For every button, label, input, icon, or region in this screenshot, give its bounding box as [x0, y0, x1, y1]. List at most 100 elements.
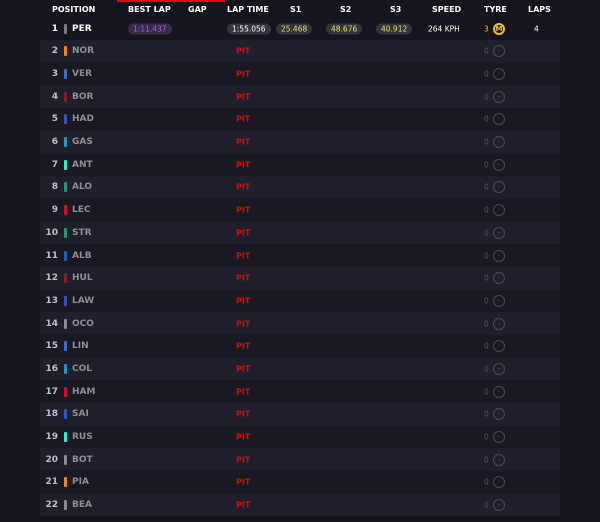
driver-code: LAW	[72, 295, 95, 306]
unknown-tyre-icon: -	[493, 499, 505, 512]
position-number: 1	[51, 24, 58, 34]
pit-status: PIT	[236, 455, 251, 465]
table-row[interactable]: 4 BOR PIT 0-	[40, 85, 560, 109]
pit-status: PIT	[236, 160, 251, 170]
table-row[interactable]: 2 NOR PIT 0-	[40, 40, 560, 63]
leader-row[interactable]: 1 PER 1:11.437 1:55.056 25.468 48.676 40…	[40, 18, 560, 40]
position-number: 12	[45, 273, 58, 284]
position-number: 17	[45, 386, 58, 397]
unknown-tyre-icon: -	[493, 408, 505, 421]
driver-code: LIN	[72, 341, 89, 352]
sector-3-time: 40.912	[376, 23, 413, 35]
table-row[interactable]: 18 SAI PIT 0-	[40, 403, 560, 426]
column-best-lap[interactable]: BEST LAP	[128, 5, 171, 14]
unknown-tyre-icon: -	[493, 181, 505, 194]
column-speed[interactable]: SPEED	[432, 5, 461, 14]
table-row[interactable]: 11 ALB PIT 0-	[40, 244, 560, 267]
tyre-age: 3	[484, 24, 489, 34]
unknown-tyre-icon: -	[493, 385, 505, 398]
team-color-bar	[64, 273, 67, 284]
table-row[interactable]: 14 OCO PIT 0-	[40, 312, 560, 335]
driver-code: GAS	[72, 137, 93, 148]
table-row[interactable]: 17 HAM PIT 0-	[40, 380, 560, 403]
table-row[interactable]: 20 BOT PIT 0-	[40, 448, 560, 472]
column-lap-time[interactable]: LAP TIME	[227, 5, 269, 14]
table-row[interactable]: 22 BEA PIT 0-	[40, 493, 560, 517]
driver-code: BEA	[72, 500, 92, 511]
table-row[interactable]: 10 STR PIT 0-	[40, 221, 560, 245]
team-color-bar	[64, 46, 67, 57]
team-color-bar	[64, 182, 67, 193]
column-tyre[interactable]: TYRE	[484, 5, 507, 14]
position-number: 3	[51, 69, 58, 80]
position-number: 19	[45, 432, 58, 443]
team-color-bar	[64, 409, 67, 420]
driver-code: HAM	[72, 386, 96, 397]
medium-tyre-icon: M	[493, 23, 505, 35]
tyre-age: 0	[484, 296, 489, 306]
table-row[interactable]: 19 RUS PIT 0-	[40, 425, 560, 449]
tyre-age: 0	[484, 69, 489, 79]
column-position[interactable]: POSITION	[52, 5, 95, 14]
unknown-tyre-icon: -	[493, 90, 505, 103]
table-row[interactable]: 13 LAW PIT 0-	[40, 289, 560, 313]
tyre-age: 0	[484, 114, 489, 124]
table-row[interactable]: 3 VER PIT 0-	[40, 62, 560, 86]
pit-status: PIT	[236, 251, 251, 261]
tyre-age: 0	[484, 251, 489, 261]
unknown-tyre-icon: -	[493, 113, 505, 126]
pit-status: PIT	[236, 114, 251, 124]
team-color-bar	[64, 114, 67, 125]
driver-code: RUS	[72, 432, 93, 443]
driver-code: ALO	[72, 182, 93, 193]
laps-count: 4	[534, 24, 539, 34]
column-laps[interactable]: LAPS	[528, 5, 551, 14]
table-row[interactable]: 7 ANT PIT 0-	[40, 153, 560, 177]
tyre-age: 0	[484, 455, 489, 465]
table-row[interactable]: 9 LEC PIT 0-	[40, 198, 560, 222]
pit-status: PIT	[236, 432, 251, 442]
tyre-age: 0	[484, 182, 489, 192]
table-row[interactable]: 16 COL PIT 0-	[40, 357, 560, 381]
table-row[interactable]: 8 ALO PIT 0-	[40, 176, 560, 199]
pit-status: PIT	[236, 341, 251, 351]
tyre-age: 0	[484, 137, 489, 147]
unknown-tyre-icon: -	[493, 45, 505, 58]
tyre-age: 0	[484, 228, 489, 238]
pit-status: PIT	[236, 477, 251, 487]
unknown-tyre-icon: -	[493, 453, 505, 466]
tyre-age: 0	[484, 160, 489, 170]
team-color-bar	[64, 205, 67, 216]
column-s3[interactable]: S3	[390, 5, 401, 14]
tyre-age: 0	[484, 46, 489, 56]
position-number: 8	[51, 182, 58, 193]
pit-status: PIT	[236, 92, 251, 102]
speed-value: 264 KPH	[428, 24, 460, 34]
team-color-bar	[64, 24, 67, 34]
driver-code: PER	[72, 24, 92, 34]
table-row[interactable]: 15 LIN PIT 0-	[40, 334, 560, 358]
pit-status: PIT	[236, 364, 251, 374]
tyre-age: 0	[484, 500, 489, 510]
driver-code: COL	[72, 363, 92, 374]
pit-status: PIT	[236, 319, 251, 329]
table-row[interactable]: 21 PIA PIT 0-	[40, 471, 560, 494]
position-number: 6	[51, 137, 58, 148]
column-gap[interactable]: GAP	[188, 5, 207, 14]
tyre-age: 0	[484, 341, 489, 351]
team-color-bar	[64, 295, 67, 306]
column-s1[interactable]: S1	[290, 5, 301, 14]
position-number: 21	[45, 477, 58, 488]
position-number: 22	[45, 500, 58, 511]
team-color-bar	[64, 363, 67, 374]
pit-status: PIT	[236, 500, 251, 510]
table-row[interactable]: 5 HAD PIT 0-	[40, 108, 560, 131]
position-number: 16	[45, 363, 58, 374]
position-number: 20	[45, 454, 58, 465]
table-row[interactable]: 12 HUL PIT 0-	[40, 266, 560, 290]
unknown-tyre-icon: -	[493, 340, 505, 353]
table-row[interactable]: 6 GAS PIT 0-	[40, 130, 560, 154]
column-s2[interactable]: S2	[340, 5, 351, 14]
driver-code: PIA	[72, 477, 89, 488]
pit-status: PIT	[236, 409, 251, 419]
